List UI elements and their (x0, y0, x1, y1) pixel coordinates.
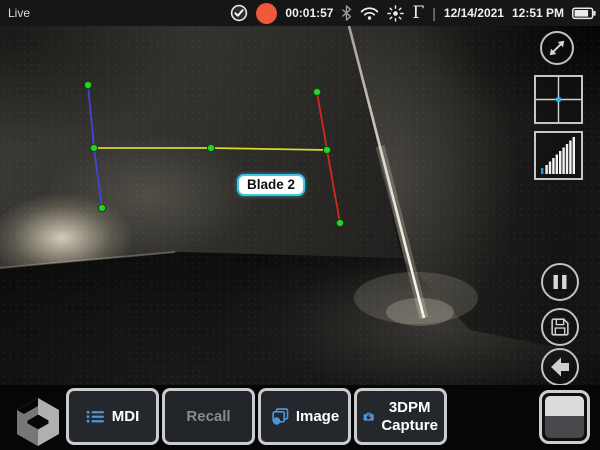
crosshair-target-button[interactable] (534, 75, 583, 124)
image-stack-icon (270, 408, 289, 425)
measurement-overlay[interactable] (0, 0, 600, 450)
status-separator: | (432, 5, 436, 21)
softkey-image-button[interactable]: Image (258, 388, 351, 445)
softkey-mdi-button[interactable]: MDI (66, 388, 159, 445)
measurement-cursor-point (336, 219, 343, 226)
measurement-cursor-point (323, 146, 330, 153)
borescope-screen: Blade 2 Live 00:01:57 (0, 0, 600, 450)
measurement-cursor-point (84, 81, 91, 88)
status-date: 12/14/2021 (444, 6, 504, 20)
measurement-cursor-point (207, 144, 214, 151)
live-indicator: Live (8, 0, 30, 26)
measurement-label[interactable]: Blade 2 (237, 174, 305, 196)
save-icon (549, 316, 571, 338)
capture-camera-icon (363, 408, 374, 425)
softkey-label: Image (296, 408, 339, 425)
gain-bars-icon (536, 133, 581, 178)
screen-split-toggle-button[interactable] (539, 390, 590, 444)
measurement-cursor-point (90, 144, 97, 151)
expand-arrows-icon (542, 33, 572, 63)
softkey-recall-button[interactable]: Recall (162, 388, 255, 445)
save-button[interactable] (541, 308, 579, 346)
screen-split-toggle-icon (545, 396, 584, 438)
pause-button[interactable] (541, 263, 579, 301)
softkey-label: Recall (186, 408, 230, 425)
brightness-sun-icon (387, 5, 404, 22)
back-button[interactable] (541, 348, 579, 386)
zoom-expand-button[interactable] (540, 31, 574, 65)
measurement-cursor-point (98, 204, 105, 211)
back-arrow-icon (543, 350, 577, 384)
mdi-list-icon (86, 409, 105, 424)
softkey-3dpm-capture-button[interactable]: 3DPM Capture (354, 388, 447, 445)
measurement-cursor-point (313, 88, 320, 95)
gamma-indicator: Γ (412, 0, 424, 26)
status-bar: Live 00:01:57 (0, 0, 600, 26)
record-timer: 00:01:57 (285, 6, 333, 20)
wifi-icon (360, 6, 379, 20)
record-indicator-icon (256, 3, 277, 24)
status-icons-group: 00:01:57 Γ | 12/14/2021 12: (230, 0, 596, 26)
red-segment (317, 92, 340, 223)
softkey-label: MDI (112, 408, 140, 425)
soft-key-bar: MDI Recall Image 3DPM Capture (0, 385, 600, 450)
waygate-logo (16, 397, 60, 447)
battery-icon (572, 7, 596, 20)
pause-icon (543, 265, 577, 299)
bluetooth-icon (341, 5, 352, 21)
gain-level-button[interactable] (534, 131, 583, 180)
analytic-check-icon (230, 4, 248, 22)
softkey-label: 3DPM Capture (381, 399, 438, 434)
crosshair-target-icon (536, 77, 581, 122)
status-time: 12:51 PM (512, 6, 564, 20)
